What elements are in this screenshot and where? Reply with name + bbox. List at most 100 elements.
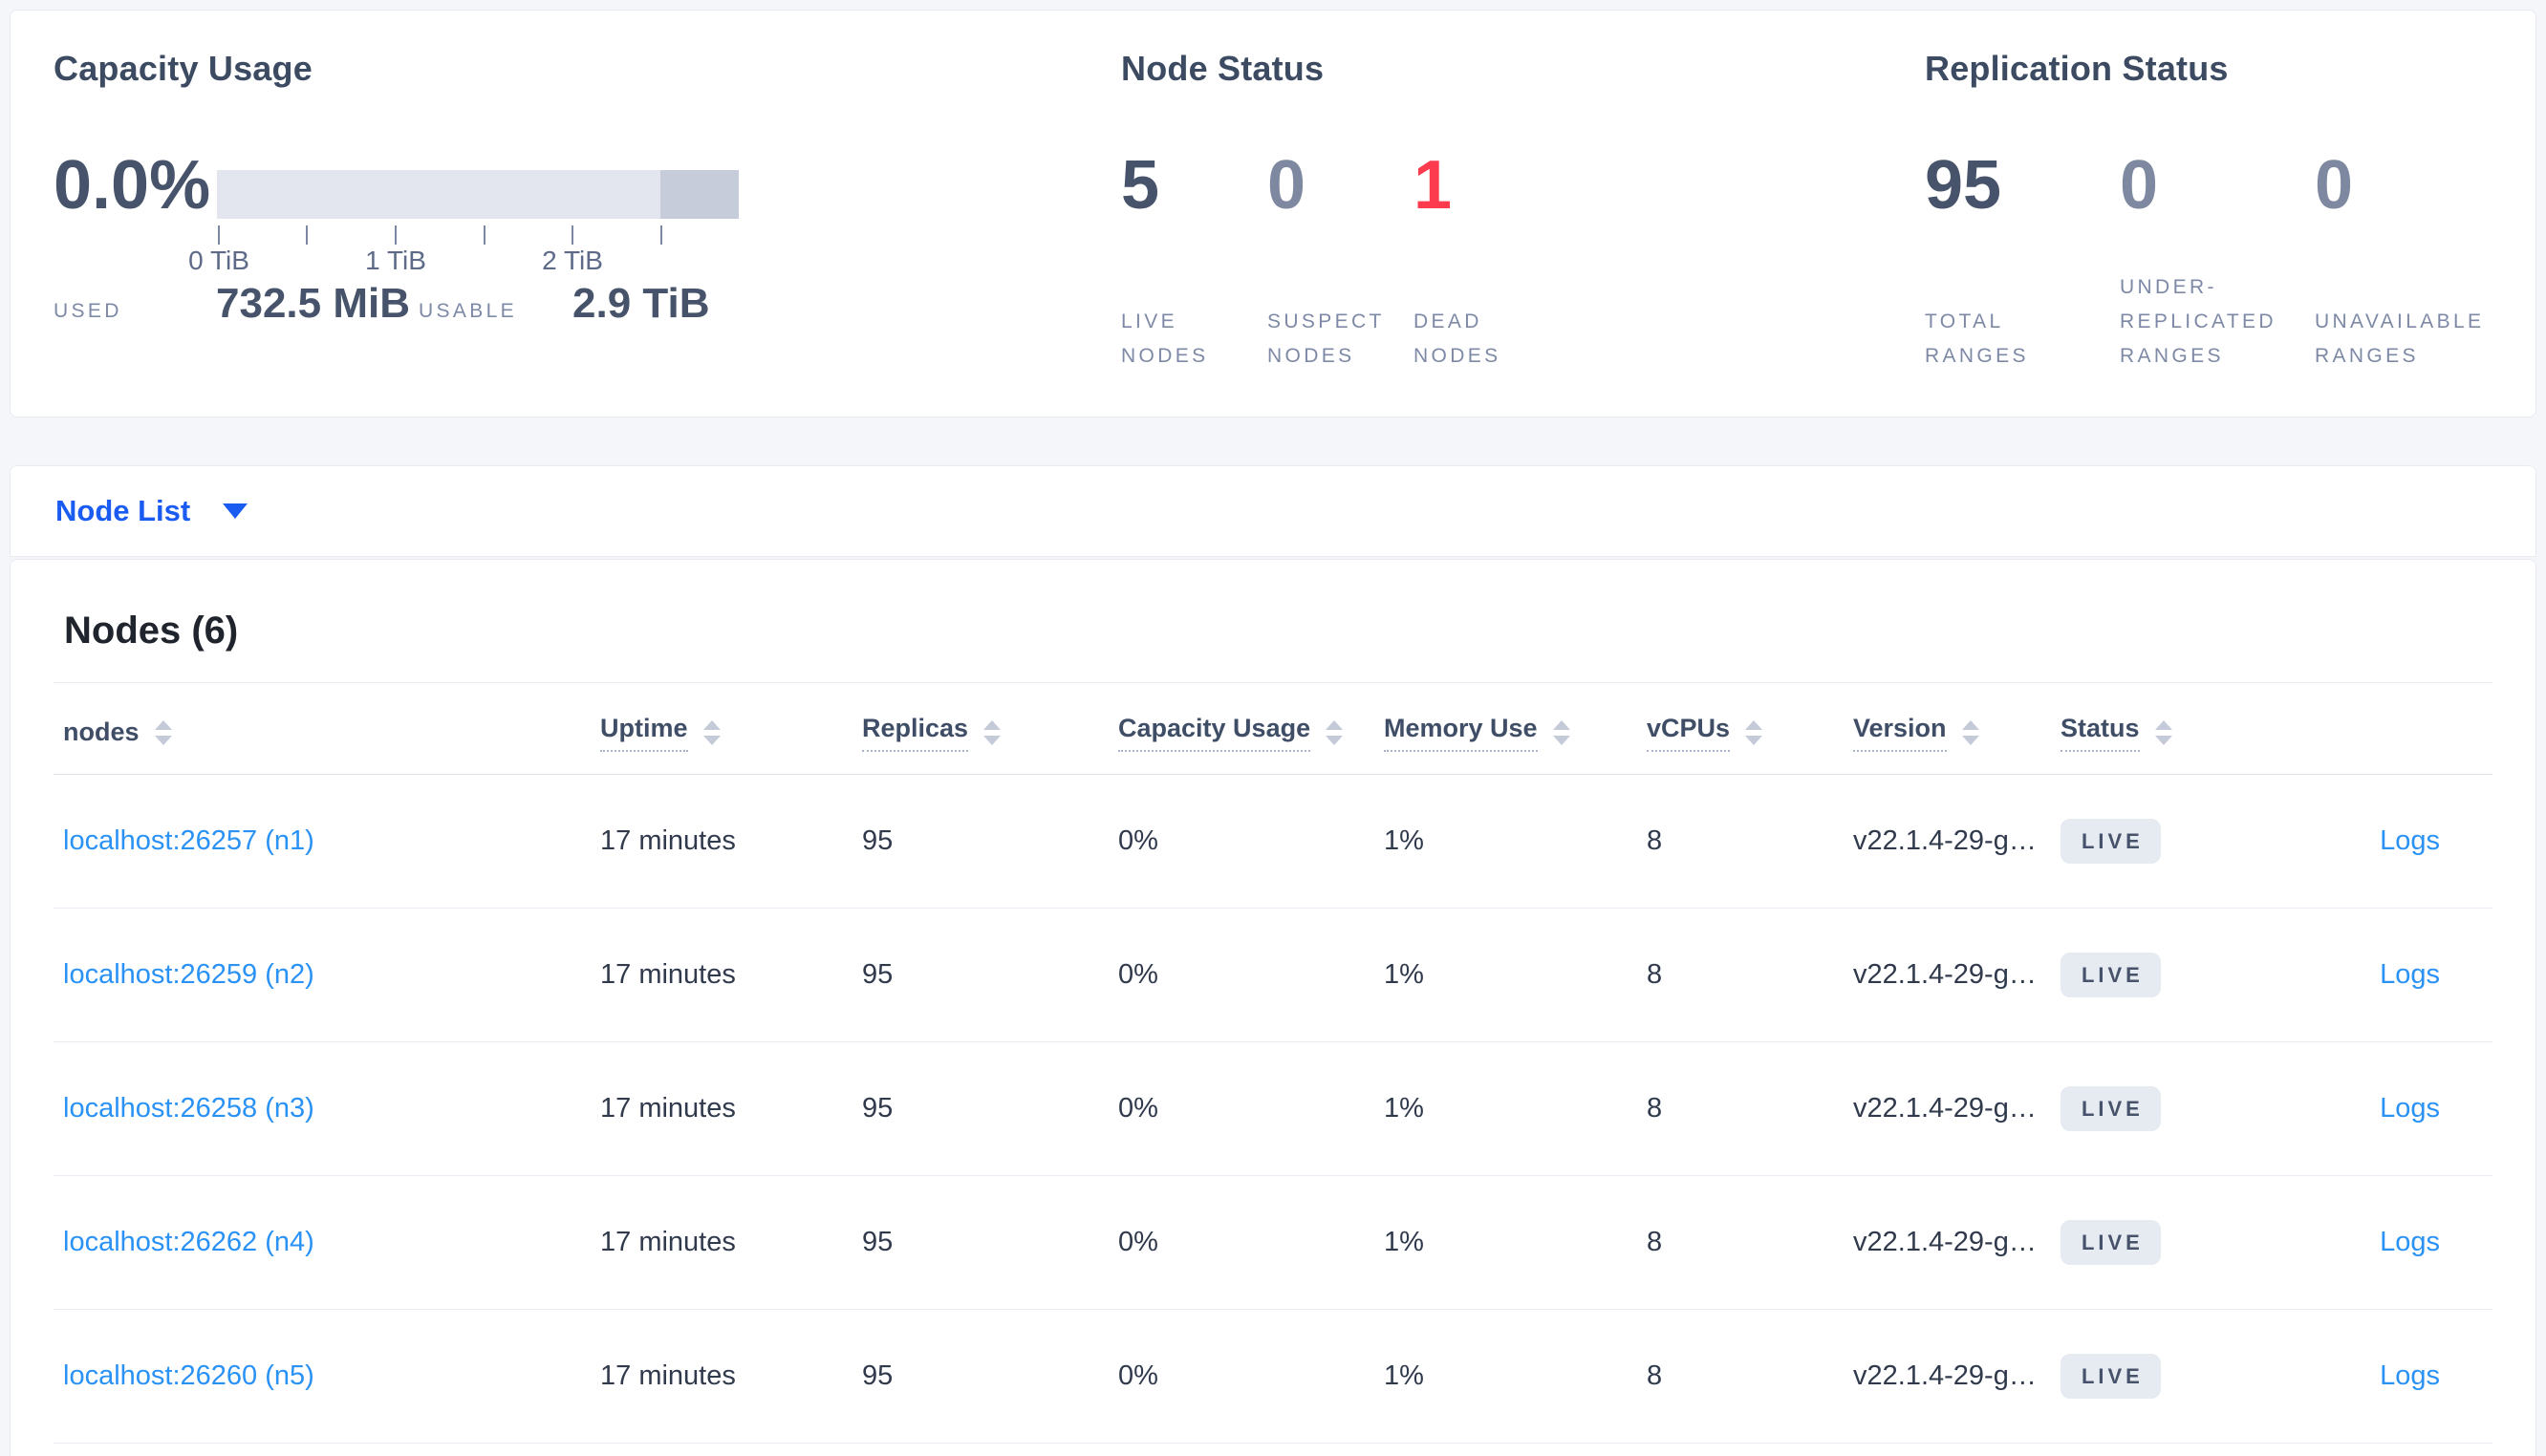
column-header-version[interactable]: Version [1853, 714, 2061, 752]
column-header-memory-use[interactable]: Memory Use [1384, 714, 1647, 752]
table-row: localhost:26260 (n5) 17 minutes 95 0% 1%… [54, 1310, 2492, 1444]
node-status-title: Node Status [1121, 49, 1325, 88]
used-label: USED [54, 300, 122, 322]
total-ranges-label: TOTAL RANGES [1925, 310, 2029, 367]
capacity-usage-section: Capacity Usage 0.0% 0 TiB 1 TiB 2 TiB US… [54, 49, 1067, 417]
memory-cell: 1% [1384, 1360, 1424, 1391]
total-ranges-count: 95 [1925, 147, 2002, 224]
status-badge: LIVE [2061, 953, 2161, 997]
logs-link[interactable]: Logs [2380, 1227, 2440, 1258]
uptime-cell: 17 minutes [600, 959, 736, 990]
capacity-cell: 0% [1118, 959, 1158, 990]
nodes-table: nodes Uptime Replicas Capacity Usage Mem… [54, 682, 2492, 1444]
under-replicated-ranges-count: 0 [2120, 147, 2159, 224]
version-cell: v22.1.4-29-g… [1853, 959, 2037, 990]
replicas-cell: 95 [862, 1360, 894, 1391]
node-list-dropdown[interactable]: Node List [55, 494, 248, 528]
sort-icon [1326, 719, 1344, 745]
status-badge: LIVE [2061, 819, 2161, 864]
vcpus-cell: 8 [1647, 825, 1663, 856]
status-badge: LIVE [2061, 1354, 2161, 1399]
axis-tick [395, 225, 397, 245]
node-link[interactable]: localhost:26262 (n4) [63, 1227, 314, 1257]
memory-cell: 1% [1384, 1093, 1424, 1124]
suspect-nodes-stat: 0 SUSPECT NODES [1267, 142, 1413, 374]
usable-label: USABLE [419, 300, 518, 322]
capacity-usage-title: Capacity Usage [54, 49, 313, 88]
sort-icon [154, 719, 172, 745]
sort-icon [1961, 719, 1979, 745]
sort-icon [2154, 719, 2172, 745]
status-badge: LIVE [2061, 1220, 2161, 1265]
under-replicated-ranges-label: UNDER-REPLICATED RANGES [2120, 276, 2276, 367]
capacity-cell: 0% [1118, 825, 1158, 856]
capacity-bar-track [217, 170, 739, 219]
unavailable-ranges-stat: 0 UNAVAILABLE RANGES [2315, 142, 2510, 374]
axis-tick-label: 0 TiB [188, 246, 249, 275]
uptime-cell: 17 minutes [600, 1093, 736, 1124]
column-header-status[interactable]: Status [2061, 714, 2295, 752]
axis-tick-label: 1 TiB [365, 246, 426, 275]
version-cell: v22.1.4-29-g… [1853, 1227, 2037, 1257]
used-value: 732.5 MiB [216, 280, 410, 327]
table-row: localhost:26257 (n1) 17 minutes 95 0% 1%… [54, 775, 2492, 909]
axis-tick-label: 2 TiB [542, 246, 603, 275]
cluster-overview-summary-panel: Capacity Usage 0.0% 0 TiB 1 TiB 2 TiB US… [10, 10, 2536, 418]
node-link[interactable]: localhost:26260 (n5) [63, 1360, 314, 1391]
live-nodes-stat: 5 LIVE NODES [1121, 142, 1267, 374]
replication-status-section: Replication Status 95 TOTAL RANGES 0 UND… [1925, 49, 2536, 417]
memory-cell: 1% [1384, 1227, 1424, 1257]
memory-cell: 1% [1384, 825, 1424, 856]
column-header-nodes[interactable]: nodes [54, 717, 600, 747]
under-replicated-ranges-stat: 0 UNDER-REPLICATED RANGES [2120, 142, 2315, 374]
node-link[interactable]: localhost:26257 (n1) [63, 825, 314, 856]
uptime-cell: 17 minutes [600, 1360, 736, 1391]
logs-link[interactable]: Logs [2380, 825, 2440, 857]
unavailable-ranges-count: 0 [2315, 147, 2354, 224]
column-header-vcpus[interactable]: vCPUs [1647, 714, 1853, 752]
version-cell: v22.1.4-29-g… [1853, 1093, 2037, 1124]
axis-tick [660, 225, 662, 245]
sort-icon [1552, 719, 1570, 745]
live-nodes-count: 5 [1121, 147, 1160, 224]
column-header-capacity-usage[interactable]: Capacity Usage [1118, 714, 1384, 752]
axis-tick [572, 225, 573, 245]
replicas-cell: 95 [862, 1093, 894, 1124]
version-cell: v22.1.4-29-g… [1853, 1360, 2037, 1391]
axis-tick [306, 225, 308, 245]
vcpus-cell: 8 [1647, 1093, 1663, 1124]
replication-status-title: Replication Status [1925, 49, 2229, 88]
node-link[interactable]: localhost:26259 (n2) [63, 959, 314, 990]
dead-nodes-count: 1 [1413, 147, 1453, 224]
suspect-nodes-label: SUSPECT NODES [1267, 310, 1385, 367]
view-selector-bar: Node List [10, 465, 2536, 557]
sort-icon [702, 719, 721, 745]
total-ranges-stat: 95 TOTAL RANGES [1925, 142, 2120, 374]
table-row: localhost:26259 (n2) 17 minutes 95 0% 1%… [54, 909, 2492, 1042]
replicas-cell: 95 [862, 959, 894, 990]
column-header-uptime[interactable]: Uptime [600, 714, 862, 752]
status-badge: LIVE [2061, 1086, 2161, 1131]
logs-link[interactable]: Logs [2380, 1093, 2440, 1124]
vcpus-cell: 8 [1647, 959, 1663, 990]
node-link[interactable]: localhost:26258 (n3) [63, 1093, 314, 1124]
vcpus-cell: 8 [1647, 1227, 1663, 1257]
chevron-down-icon [223, 503, 248, 519]
logs-link[interactable]: Logs [2380, 1360, 2440, 1392]
table-row: localhost:26262 (n4) 17 minutes 95 0% 1%… [54, 1176, 2492, 1310]
usable-value: 2.9 TiB [572, 280, 710, 327]
unavailable-ranges-label: UNAVAILABLE RANGES [2315, 310, 2485, 367]
replicas-cell: 95 [862, 1227, 894, 1257]
dead-nodes-stat: 1 DEAD NODES [1413, 142, 1560, 374]
uptime-cell: 17 minutes [600, 1227, 736, 1257]
table-row: localhost:26258 (n3) 17 minutes 95 0% 1%… [54, 1042, 2492, 1176]
node-status-section: Node Status 5 LIVE NODES 0 SUSPECT NODES… [1121, 49, 1886, 417]
sort-icon [1745, 719, 1763, 745]
axis-tick [218, 225, 220, 245]
logs-link[interactable]: Logs [2380, 959, 2440, 991]
capacity-bar-chart: 0 TiB 1 TiB 2 TiB [188, 170, 739, 278]
node-list-panel: Nodes (6) nodes Uptime Replicas Capacity… [10, 559, 2536, 1456]
column-header-replicas[interactable]: Replicas [862, 714, 1118, 752]
memory-cell: 1% [1384, 959, 1424, 990]
sort-icon [983, 719, 1002, 745]
